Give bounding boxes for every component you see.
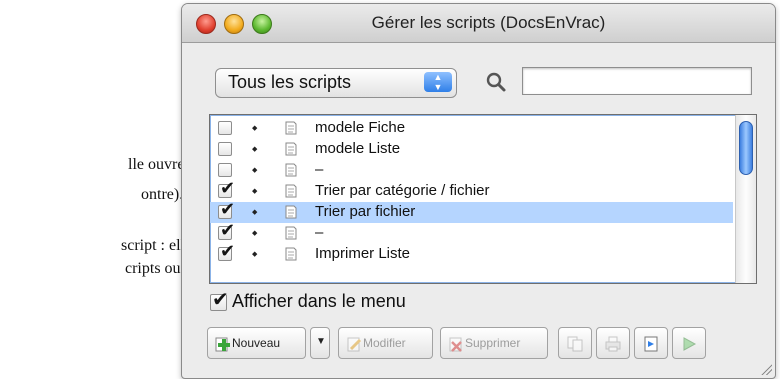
drag-handle-icon[interactable]: ◆ <box>252 139 257 160</box>
search-input[interactable] <box>522 67 752 95</box>
duplicate-icon <box>567 336 583 352</box>
title-bar[interactable]: Gérer les scripts (DocsEnVrac) <box>182 4 775 43</box>
script-name: – <box>315 161 324 178</box>
script-row[interactable]: ◆ modele Fiche <box>210 118 733 139</box>
script-enabled-checkbox[interactable] <box>218 220 235 241</box>
pencil-icon <box>347 337 362 352</box>
window-title: Gérer les scripts (DocsEnVrac) <box>371 13 606 32</box>
show-in-menu-label: Afficher dans le menu <box>232 291 406 311</box>
script-name: Trier par fichier <box>315 203 416 220</box>
script-file-icon <box>285 163 297 177</box>
duplicate-script-button <box>558 327 592 359</box>
script-row[interactable]: ◆ modele Liste <box>210 139 733 160</box>
script-row[interactable]: ◆ Trier par catégorie / fichier <box>210 178 733 202</box>
script-enabled-checkbox[interactable] <box>218 241 235 262</box>
script-name: Imprimer Liste <box>315 245 411 262</box>
script-file-icon <box>285 121 297 135</box>
script-file-icon <box>285 247 297 261</box>
script-file-icon <box>285 226 297 240</box>
script-enabled-checkbox[interactable] <box>218 121 232 135</box>
import-icon <box>644 336 658 352</box>
script-row[interactable]: ◆ Imprimer Liste <box>210 241 733 265</box>
script-filter-value: Tous les scripts <box>228 72 352 92</box>
edit-script-label: Modifier <box>363 336 406 350</box>
script-name: Trier par catégorie / fichier <box>315 182 490 199</box>
script-enabled-checkbox[interactable] <box>218 142 232 156</box>
drag-handle-icon[interactable]: ◆ <box>252 202 257 223</box>
script-enabled-checkbox[interactable] <box>218 163 232 177</box>
popup-arrows-icon: ▲ ▼ <box>424 72 452 92</box>
drag-handle-icon[interactable]: ◆ <box>252 118 257 139</box>
print-script-button <box>596 327 630 359</box>
script-name: modele Liste <box>315 140 401 157</box>
manage-scripts-window: Gérer les scripts (DocsEnVrac) Tous les … <box>181 3 776 379</box>
script-file-icon <box>285 184 297 198</box>
script-enabled-checkbox[interactable] <box>218 178 235 199</box>
script-row[interactable]: ◆– <box>210 220 733 244</box>
drag-handle-icon[interactable]: ◆ <box>252 181 257 202</box>
new-script-menu-button[interactable]: ▼ <box>310 327 330 359</box>
drag-handle-icon[interactable]: ◆ <box>252 244 257 265</box>
script-name: modele Fiche <box>315 119 406 136</box>
new-script-label: Nouveau <box>232 336 281 350</box>
search-icon <box>486 72 506 92</box>
delete-script-button: Supprimer <box>440 327 548 359</box>
delete-script-label: Supprimer <box>465 336 521 350</box>
run-script-button <box>672 327 706 359</box>
scrollbar-thumb[interactable] <box>739 121 753 175</box>
drag-handle-icon[interactable]: ◆ <box>252 223 257 244</box>
script-file-icon <box>285 142 297 156</box>
background-text-line-2: ontre). <box>141 186 184 203</box>
drag-handle-icon[interactable]: ◆ <box>252 160 257 181</box>
script-file-icon <box>285 205 297 219</box>
script-list[interactable]: ◆modele Fiche◆modele Liste◆–◆Trier par c… <box>209 114 757 284</box>
script-row[interactable]: ◆– <box>210 160 733 181</box>
new-script-button[interactable]: Nouveau <box>207 327 306 359</box>
resize-grip[interactable] <box>760 363 772 375</box>
delete-icon <box>449 337 462 352</box>
printer-icon <box>605 336 621 352</box>
script-filter-popup[interactable]: Tous les scripts ▲ ▼ <box>215 68 457 98</box>
script-name: – <box>315 224 324 241</box>
edit-script-button: Modifier <box>338 327 433 359</box>
vertical-scrollbar[interactable] <box>735 115 756 283</box>
play-icon <box>683 337 697 351</box>
chevron-down-icon: ▼ <box>316 336 326 347</box>
script-enabled-checkbox[interactable] <box>218 199 235 220</box>
import-script-button[interactable] <box>634 327 668 359</box>
script-row[interactable]: ◆ Trier par fichier <box>210 199 733 223</box>
add-script-icon <box>215 337 230 352</box>
checkbox-icon[interactable] <box>210 287 229 311</box>
